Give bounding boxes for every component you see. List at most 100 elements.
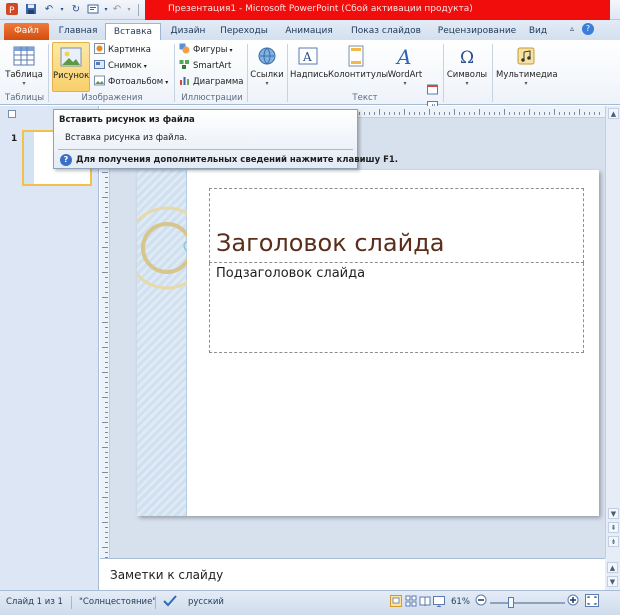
- notes-placeholder[interactable]: Заметки к слайду: [110, 568, 223, 582]
- clipart-button[interactable]: Картинка: [94, 43, 151, 58]
- slide-show-from-start-icon[interactable]: [86, 3, 100, 17]
- undo-dropdown-icon[interactable]: ▾: [55, 3, 69, 17]
- tab-transitions[interactable]: Переходы: [214, 23, 274, 40]
- tab-slide-show[interactable]: Показ слайдов: [344, 23, 428, 40]
- ruler-tick: [414, 112, 415, 115]
- svg-text:Ω: Ω: [460, 48, 474, 68]
- pane-close-icon[interactable]: [8, 110, 16, 118]
- ruler-tick: [489, 112, 490, 115]
- tab-home[interactable]: Главная: [54, 23, 102, 40]
- tab-insert[interactable]: Вставка: [105, 23, 161, 40]
- media-icon: [517, 47, 535, 65]
- scroll-up-icon[interactable]: ▲: [608, 108, 619, 119]
- group-divider: [247, 44, 248, 102]
- ruler-tick: [105, 227, 108, 228]
- photo-album-button[interactable]: Фотоальбом ▾: [94, 75, 168, 90]
- ruler-tick: [102, 472, 108, 473]
- group-divider: [174, 44, 175, 102]
- ruler-tick: [102, 322, 108, 323]
- notes-pane[interactable]: Заметки к слайду: [100, 558, 605, 590]
- ruler-tick: [105, 542, 108, 543]
- ruler-tick: [484, 112, 485, 115]
- next-slide-icon[interactable]: ⇟: [608, 536, 619, 547]
- minimize-ribbon-icon[interactable]: ▵: [570, 24, 574, 33]
- ruler-tick: [105, 477, 108, 478]
- screenshot-button[interactable]: Снимок ▾: [94, 59, 147, 74]
- zoom-in-icon[interactable]: [567, 594, 579, 609]
- tab-design[interactable]: Дизайн: [165, 23, 211, 40]
- slide-swirl-decoration: [137, 206, 209, 290]
- ruler-tick: [364, 112, 365, 115]
- ruler-tick: [105, 552, 108, 553]
- header-footer-button[interactable]: Колонтитулы: [328, 42, 389, 92]
- title-placeholder[interactable]: Заголовок слайда: [209, 188, 584, 263]
- smartart-label: SmartArt: [193, 61, 232, 71]
- table-button[interactable]: Таблица ▾: [5, 42, 43, 92]
- ruler-tick: [105, 177, 108, 178]
- ruler-tick: [359, 112, 360, 115]
- ruler-tick: [105, 432, 108, 433]
- scroll-down-icon[interactable]: ▼: [608, 508, 619, 519]
- help-icon[interactable]: ?: [582, 23, 594, 35]
- group-divider: [443, 44, 444, 102]
- normal-view-icon[interactable]: [390, 595, 402, 610]
- zoom-out-icon[interactable]: [475, 594, 487, 609]
- table-icon: [13, 46, 35, 66]
- language-indicator[interactable]: русский: [188, 597, 224, 607]
- subtitle-placeholder[interactable]: Подзаголовок слайда: [209, 263, 584, 353]
- slide-canvas[interactable]: Заголовок слайда Подзаголовок слайда: [137, 170, 599, 516]
- chart-label: Диаграмма: [193, 77, 244, 87]
- notes-scrollbar[interactable]: ▲ ▼: [605, 558, 620, 590]
- reading-view-icon[interactable]: [419, 595, 431, 610]
- media-button[interactable]: Мультимедиа ▾: [496, 42, 558, 92]
- powerpoint-logo-icon[interactable]: P: [5, 3, 19, 17]
- ruler-tick: [584, 112, 585, 115]
- tab-view[interactable]: Вид: [525, 23, 551, 40]
- ruler-tick: [105, 317, 108, 318]
- zoom-slider-thumb[interactable]: [508, 597, 514, 608]
- spelling-check-icon[interactable]: [162, 594, 178, 611]
- save-icon[interactable]: [24, 3, 38, 17]
- ruler-tick: [105, 367, 108, 368]
- notes-scroll-down-icon[interactable]: ▼: [607, 576, 618, 587]
- tab-file[interactable]: Файл: [4, 23, 49, 40]
- symbols-button[interactable]: Ω Символы ▾: [446, 42, 488, 92]
- ruler-tick: [105, 302, 108, 303]
- group-divider: [287, 44, 288, 102]
- ruler-tick: [369, 112, 370, 115]
- customize-quick-access-icon[interactable]: ▾: [122, 3, 136, 17]
- chart-button[interactable]: Диаграмма: [179, 75, 243, 90]
- redo-icon[interactable]: ↻: [69, 3, 83, 17]
- slide-show-icon[interactable]: [433, 595, 445, 610]
- header-footer-button-label: Колонтитулы: [328, 70, 389, 80]
- tab-review[interactable]: Рецензирование: [430, 23, 524, 40]
- picture-button[interactable]: Рисунок: [52, 42, 90, 92]
- notes-scroll-up-icon[interactable]: ▲: [607, 562, 618, 573]
- slide-sorter-icon[interactable]: [405, 595, 417, 610]
- ribbon-tabs: Файл Главная Вставка Дизайн Переходы Ани…: [0, 20, 620, 40]
- fit-slide-icon[interactable]: [585, 594, 599, 610]
- wordart-button[interactable]: A WordArt ▾: [386, 42, 424, 92]
- symbols-icon: Ω: [460, 48, 474, 68]
- tab-animation[interactable]: Анимация: [278, 23, 340, 40]
- ruler-tick: [105, 357, 108, 358]
- clipart-icon: [94, 43, 105, 54]
- photo-album-icon: [94, 75, 105, 86]
- zoom-level[interactable]: 61%: [451, 597, 470, 607]
- undo-icon[interactable]: ↶: [42, 3, 56, 17]
- shapes-button[interactable]: Фигуры ▾: [179, 43, 232, 58]
- ruler-tick: [105, 342, 108, 343]
- vertical-scrollbar[interactable]: ▲ ▼ ⇞ ⇟: [605, 106, 620, 558]
- ruler-tick: [429, 109, 430, 115]
- zoom-slider-track[interactable]: [490, 602, 565, 604]
- ruler-tick: [529, 109, 530, 115]
- links-button-label: Ссылки: [250, 70, 284, 80]
- previous-slide-icon[interactable]: ⇞: [608, 522, 619, 533]
- links-button[interactable]: Ссылки ▾: [250, 42, 284, 92]
- textbox-button[interactable]: A Надпись: [290, 42, 328, 92]
- slide-title[interactable]: Заголовок слайда: [216, 229, 445, 257]
- slide-subtitle[interactable]: Подзаголовок слайда: [216, 266, 365, 281]
- shapes-label: Фигуры: [193, 45, 228, 55]
- ruler-tick: [105, 377, 108, 378]
- smartart-button[interactable]: SmartArt: [179, 59, 231, 74]
